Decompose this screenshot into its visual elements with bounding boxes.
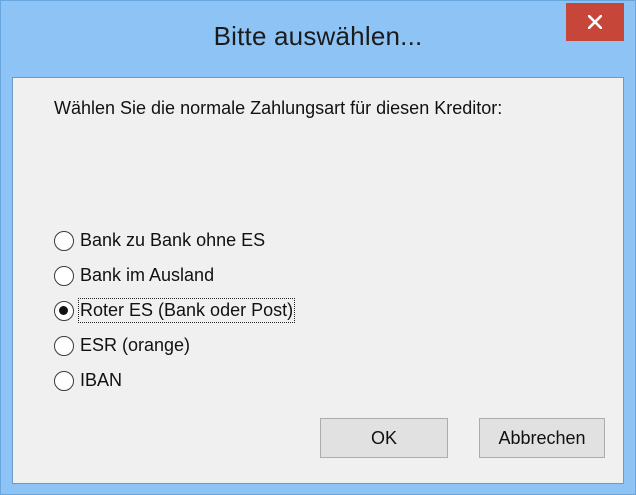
- radio-label[interactable]: Roter ES (Bank oder Post): [78, 298, 296, 323]
- radio-option-roter-es[interactable]: Roter ES (Bank oder Post): [54, 293, 296, 328]
- payment-type-radio-group: Bank zu Bank ohne ES Bank im Ausland Rot…: [54, 223, 296, 398]
- window-title: Bitte auswählen...: [213, 21, 423, 51]
- close-icon: [588, 15, 602, 29]
- prompt-text: Wählen Sie die normale Zahlungsart für d…: [54, 98, 503, 118]
- cancel-button[interactable]: Abbrechen: [479, 418, 605, 458]
- radio-button[interactable]: [54, 370, 74, 391]
- radio-button[interactable]: [54, 230, 74, 251]
- dialog-body: Wählen Sie die normale Zahlungsart für d…: [12, 77, 624, 484]
- close-button[interactable]: [566, 3, 624, 41]
- radio-option-bank-im-ausland[interactable]: Bank im Ausland: [54, 258, 295, 293]
- radio-label[interactable]: Bank im Ausland: [78, 263, 216, 288]
- radio-button[interactable]: [54, 265, 74, 286]
- radio-button[interactable]: [54, 300, 74, 321]
- radio-label[interactable]: IBAN: [78, 368, 124, 393]
- radio-label[interactable]: Bank zu Bank ohne ES: [78, 228, 267, 253]
- radio-option-iban[interactable]: IBAN: [54, 363, 295, 398]
- title-bar[interactable]: Bitte auswählen...: [1, 1, 635, 77]
- dialog-window: Bitte auswählen... Wählen Sie die normal…: [0, 0, 636, 495]
- radio-label[interactable]: ESR (orange): [78, 333, 192, 358]
- radio-option-bank-zu-bank[interactable]: Bank zu Bank ohne ES: [54, 223, 295, 258]
- radio-button[interactable]: [54, 335, 74, 356]
- radio-option-esr-orange[interactable]: ESR (orange): [54, 328, 295, 363]
- ok-button[interactable]: OK: [320, 418, 448, 458]
